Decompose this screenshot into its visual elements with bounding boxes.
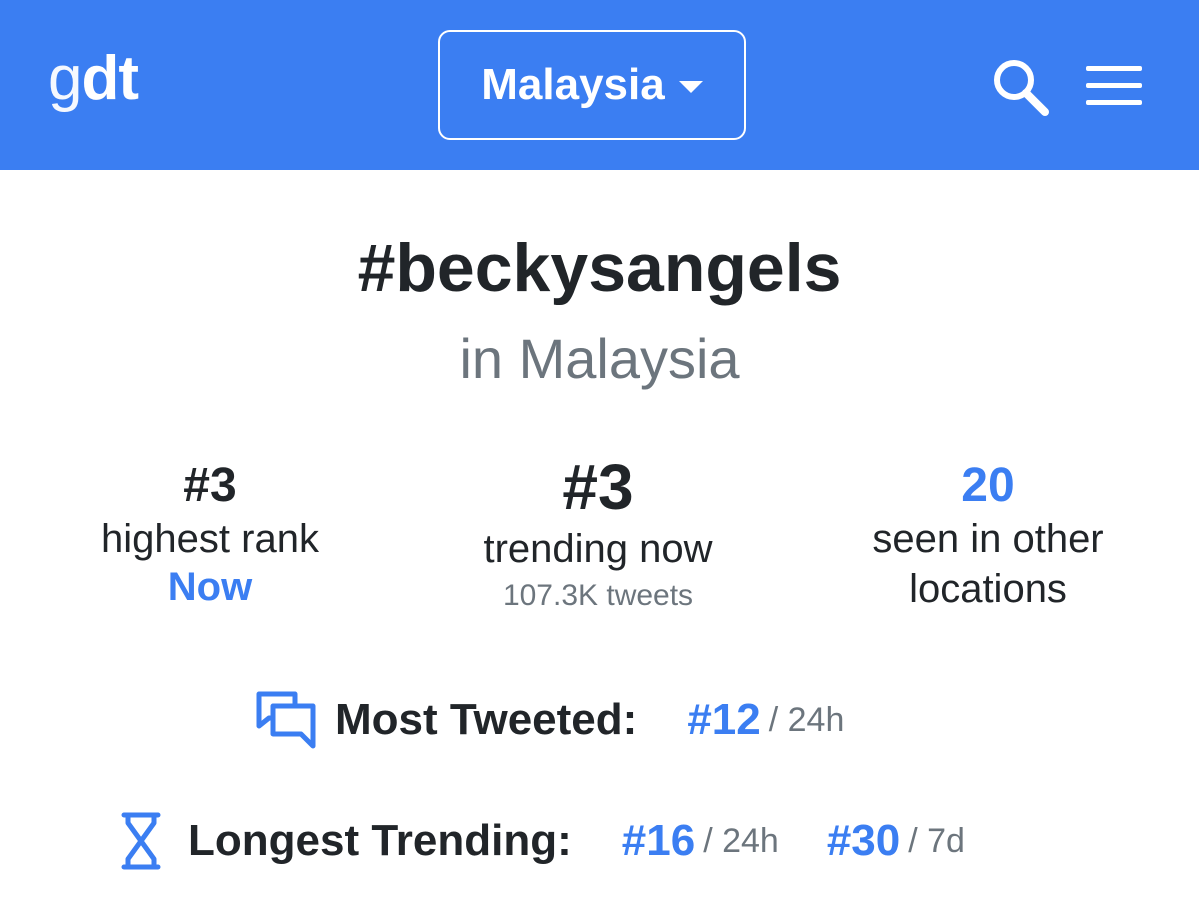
most-tweeted-rank[interactable]: #12 xyxy=(687,695,760,745)
search-icon xyxy=(994,60,1049,116)
other-locations-stat[interactable]: 20 seen in other locations xyxy=(808,458,1168,614)
caret-down-icon xyxy=(678,81,703,93)
menu-button[interactable] xyxy=(1086,66,1144,106)
trend-location: in Malaysia xyxy=(459,327,740,390)
top-navbar: gdt Malaysia xyxy=(0,0,1199,170)
highest-rank-label: highest rank xyxy=(101,517,319,561)
tweet-count: 107.3K tweets xyxy=(502,579,694,612)
most-tweeted-title: Most Tweeted: xyxy=(335,695,638,744)
highest-rank-value: #3 xyxy=(183,459,237,512)
most-tweeted-row: Most Tweeted: #12 / 24h xyxy=(255,680,844,760)
trend-hashtag: #beckysangels xyxy=(357,230,842,306)
chat-bubbles-icon xyxy=(256,691,316,749)
longest-trending-period-24h: / 24h xyxy=(703,821,779,860)
longest-trending-rank-7d[interactable]: #30 xyxy=(827,816,900,866)
longest-trending-period-7d: / 7d xyxy=(908,821,965,860)
other-locations-label-line2: locations xyxy=(909,567,1067,611)
longest-trending-row: Longest Trending: #16 / 24h #30 / 7d xyxy=(120,806,965,876)
logo-dt: dt xyxy=(81,44,139,113)
hourglass-icon xyxy=(121,812,161,870)
hamburger-menu-icon xyxy=(1086,100,1142,105)
highest-rank-stat: #3 highest rank Now xyxy=(30,458,390,610)
logo-g: g xyxy=(48,44,82,113)
most-tweeted-period: / 24h xyxy=(768,700,845,739)
longest-trending-rank-24h[interactable]: #16 xyxy=(622,816,695,866)
trending-now-value: #3 xyxy=(562,451,634,523)
search-button[interactable] xyxy=(990,56,1052,118)
highest-rank-when: Now xyxy=(167,565,253,609)
hamburger-menu-icon xyxy=(1086,66,1142,71)
other-locations-label-line1: seen in other xyxy=(872,517,1104,561)
hamburger-menu-icon xyxy=(1086,83,1142,88)
site-logo[interactable]: gdt xyxy=(48,44,139,114)
trending-now-label: trending now xyxy=(483,527,713,571)
longest-trending-title: Longest Trending: xyxy=(188,816,572,865)
country-dropdown-button[interactable]: Malaysia xyxy=(438,30,746,140)
trending-now-stat: #3 trending now 107.3K tweets xyxy=(418,450,778,618)
other-locations-value[interactable]: 20 xyxy=(808,458,1168,514)
country-label: Malaysia xyxy=(481,60,665,109)
